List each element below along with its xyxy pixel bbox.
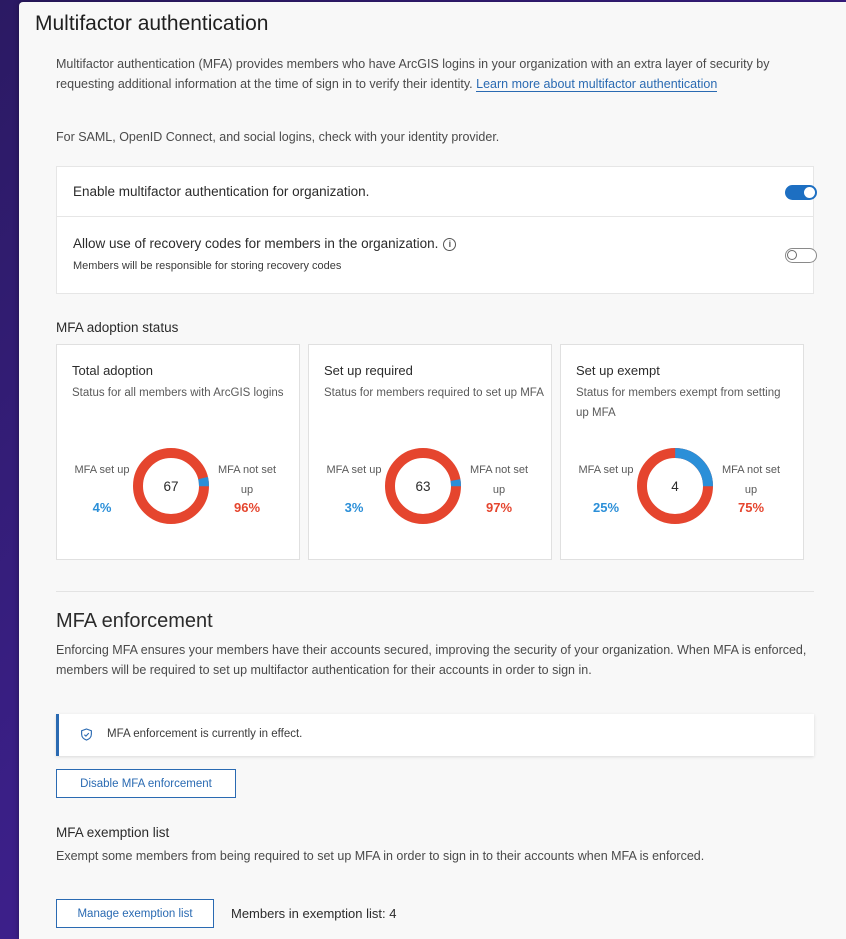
learn-more-link[interactable]: Learn more about multifactor authenticat… [476,77,718,92]
mfa-description: Multifactor authentication (MFA) provide… [56,54,796,94]
exemption-count: Members in exemption list: 4 [231,906,397,921]
enable-mfa-row: Enable multifactor authentication for or… [57,167,817,217]
notice-text: MFA enforcement is currently in effect. [107,728,303,740]
recovery-codes-label-text: Allow use of recovery codes for members … [73,236,439,251]
card-subtitle: Status for members exempt from setting u… [576,387,781,419]
toggle-knob [804,187,815,198]
page-title: Multifactor authentication [35,12,269,35]
mfa-set-up-percent: 4% [92,500,112,515]
enable-mfa-toggle[interactable] [785,185,817,200]
exemption-description: Exempt some members from being required … [56,849,705,863]
mfa-set-up-label: MFA set up [74,464,130,476]
card-subtitle: Status for members required to set up MF… [324,387,544,399]
mfa-settings-box: Enable multifactor authentication for or… [56,166,817,294]
mfa-not-set-up-label: MFA not set up [721,464,781,496]
enable-mfa-label: Enable multifactor authentication for or… [73,184,370,199]
adoption-donut: 63 [382,445,464,527]
enforcement-description: Enforcing MFA ensures your members have … [56,643,807,677]
enforcement-title: MFA enforcement [56,610,213,632]
card-subtitle: Status for all members with ArcGIS login… [72,387,284,399]
mfa-set-up-percent: 25% [592,500,620,515]
card-title: Set up exempt [576,363,660,378]
info-icon[interactable]: i [443,238,457,251]
mfa-not-set-up-label: MFA not set up [469,464,529,496]
settings-panel: Multifactor authentication Multifactor a… [19,2,846,939]
mfa-not-set-up-percent: 75% [737,500,765,515]
card-title: Total adoption [72,363,153,378]
mfa-not-set-up-percent: 96% [233,500,261,515]
exemption-title: MFA exemption list [56,825,170,840]
disable-mfa-enforcement-button[interactable]: Disable MFA enforcement [56,769,236,798]
adoption-section-label: MFA adoption status [56,320,179,335]
recovery-codes-row: Allow use of recovery codes for members … [57,217,817,293]
donut-count: 4 [671,478,679,494]
adoption-donut: 67 [130,445,212,527]
shield-check-icon [81,728,92,741]
manage-exemption-list-button[interactable]: Manage exemption list [56,899,214,928]
donut-count: 63 [415,478,431,494]
recovery-codes-sublabel: Members will be responsible for storing … [73,260,342,272]
card-title: Set up required [324,363,413,378]
recovery-codes-toggle[interactable] [785,248,817,263]
adoption-donut: 4 [634,445,716,527]
mfa-not-set-up-percent: 97% [485,500,513,515]
section-divider [56,591,814,592]
mfa-set-up-percent: 3% [344,500,364,515]
toggle-knob [787,250,797,260]
mfa-set-up-label: MFA set up [578,464,634,476]
mfa-not-set-up-label: MFA not set up [217,464,277,496]
recovery-codes-label: Allow use of recovery codes for members … [73,236,457,251]
enforcement-notice: MFA enforcement is currently in effect. [56,714,814,756]
adoption-card-required: Set up required Status for members requi… [308,344,552,560]
adoption-card-exempt: Set up exempt Status for members exempt … [560,344,804,560]
identity-provider-note: For SAML, OpenID Connect, and social log… [56,130,500,144]
adoption-card-total: Total adoption Status for all members wi… [56,344,300,560]
donut-count: 67 [163,478,179,494]
mfa-set-up-label: MFA set up [326,464,382,476]
